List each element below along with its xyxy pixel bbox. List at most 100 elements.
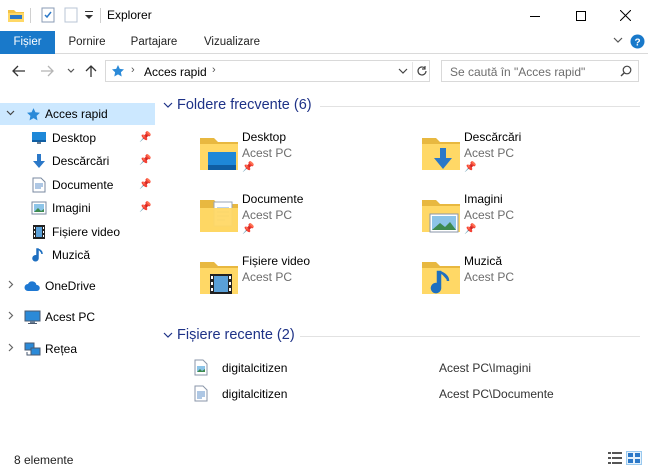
desktop-folder-icon (198, 132, 240, 174)
pin-icon[interactable]: 📌 (139, 202, 151, 213)
sidebar-item-network[interactable]: Rețea (0, 338, 155, 360)
recent-file-row[interactable]: digitalcitizen Acest PC\Imagini (158, 358, 648, 378)
pin-icon[interactable]: 📌 (139, 155, 151, 166)
sidebar-item-music[interactable]: Muzică (0, 244, 155, 266)
properties-icon[interactable] (40, 7, 56, 26)
chevron-right-icon[interactable] (6, 311, 15, 323)
frequent-folders-header[interactable]: Foldere frecvente (6) (158, 96, 648, 116)
navigation-pane: Acces rapid Desktop 📌 Descărcări 📌 Docum… (0, 97, 155, 443)
folder-name: Descărcări (464, 130, 522, 144)
folder-tile-music[interactable]: Muzică Acest PC (420, 254, 640, 312)
folder-tile-pictures[interactable]: Imagini Acest PC 📌 (420, 192, 640, 250)
folder-name: Desktop (242, 130, 287, 144)
sidebar-item-downloads[interactable]: Descărcări 📌 (0, 150, 155, 172)
file-name: digitalcitizen (222, 387, 288, 401)
group-title: Fișiere recente (2) (177, 327, 295, 343)
search-placeholder[interactable]: Se caută în "Acces rapid" (450, 65, 585, 79)
tab-home[interactable]: Pornire (59, 31, 115, 54)
svg-text:?: ? (634, 38, 640, 49)
recent-files-header[interactable]: Fișiere recente (2) (158, 326, 648, 346)
maximize-button[interactable] (558, 0, 604, 31)
sidebar-item-quick-access[interactable]: Acces rapid (0, 103, 155, 125)
text-file-icon (194, 385, 208, 405)
sidebar-item-videos[interactable]: Fișiere video (0, 221, 155, 243)
pictures-folder-icon (420, 194, 462, 236)
file-name: digitalcitizen (222, 361, 288, 375)
address-dropdown-icon[interactable] (398, 64, 408, 81)
document-icon (30, 176, 48, 194)
pin-icon[interactable]: 📌 (139, 179, 151, 190)
search-icon[interactable] (620, 65, 632, 80)
recent-locations-button[interactable] (61, 61, 81, 81)
chevron-down-icon[interactable] (163, 329, 173, 343)
title-bar: Explorer (0, 0, 648, 31)
up-arrow-icon (85, 65, 97, 77)
image-file-icon (194, 359, 208, 379)
sidebar-item-label: Acces rapid (45, 107, 108, 121)
ribbon-tabs: Fișier Pornire Partajare Vizualizare ? (0, 31, 648, 54)
chevron-down-icon[interactable] (163, 99, 173, 113)
videos-folder-icon (198, 256, 240, 298)
maximize-icon (576, 10, 586, 21)
sidebar-item-label: Muzică (52, 248, 91, 262)
customize-toolbar-icon[interactable] (84, 8, 94, 25)
new-folder-icon[interactable] (63, 7, 79, 26)
downloads-folder-icon (420, 132, 462, 174)
expand-ribbon-icon[interactable] (612, 34, 624, 49)
sidebar-item-onedrive[interactable]: OneDrive (0, 275, 155, 297)
folder-app-icon[interactable] (7, 7, 25, 26)
folder-name: Documente (242, 192, 304, 206)
folder-tile-videos[interactable]: Fișiere video Acest PC (198, 254, 418, 312)
pin-icon[interactable]: 📌 (464, 224, 476, 235)
chevron-right-icon[interactable]: › (131, 64, 135, 76)
minimize-button[interactable] (512, 0, 558, 31)
forward-button[interactable] (37, 61, 57, 81)
sidebar-item-label: Acest PC (45, 310, 96, 324)
sidebar-item-label: Descărcări (52, 154, 110, 168)
file-path: Acest PC\Imagini (439, 361, 532, 375)
chevron-right-icon[interactable] (6, 343, 15, 355)
folder-name: Imagini (464, 192, 503, 206)
sidebar-item-label: OneDrive (45, 279, 96, 293)
pin-icon[interactable]: 📌 (139, 132, 151, 143)
pin-icon[interactable]: 📌 (464, 162, 476, 173)
folder-tile-documents[interactable]: Documente Acest PC 📌 (198, 192, 418, 250)
tab-share[interactable]: Partajare (123, 31, 185, 54)
address-bar[interactable]: › Acces rapid › (105, 60, 430, 82)
close-button[interactable] (602, 0, 648, 31)
folder-tile-desktop[interactable]: Desktop Acest PC 📌 (198, 130, 418, 188)
details-view-icon[interactable] (607, 451, 623, 465)
folder-name: Muzică (464, 254, 503, 268)
back-button[interactable] (9, 61, 29, 81)
up-button[interactable] (81, 61, 101, 81)
chevron-down-icon[interactable] (6, 108, 15, 120)
divider (300, 336, 640, 337)
sidebar-item-pictures[interactable]: Imagini 📌 (0, 197, 155, 219)
search-box[interactable]: Se caută în "Acces rapid" (441, 60, 639, 82)
large-icons-view-icon[interactable] (626, 451, 642, 465)
sidebar-item-desktop[interactable]: Desktop 📌 (0, 127, 155, 149)
sidebar-item-label: Documente (52, 178, 114, 192)
sidebar-item-documents[interactable]: Documente 📌 (0, 174, 155, 196)
sidebar-item-label: Fișiere video (52, 225, 121, 239)
folder-location: Acest PC (464, 146, 515, 160)
video-icon (30, 223, 48, 241)
chevron-right-icon[interactable] (6, 280, 15, 292)
folder-location: Acest PC (464, 208, 515, 222)
group-title: Foldere frecvente (6) (177, 97, 312, 113)
folder-tile-downloads[interactable]: Descărcări Acest PC 📌 (420, 130, 640, 188)
help-icon[interactable]: ? (630, 34, 645, 52)
folder-location: Acest PC (464, 270, 515, 284)
chevron-right-icon[interactable]: › (212, 64, 216, 76)
documents-folder-icon (198, 194, 240, 236)
sidebar-item-this-pc[interactable]: Acest PC (0, 306, 155, 328)
pin-icon[interactable]: 📌 (242, 162, 254, 173)
tab-file[interactable]: Fișier (0, 31, 55, 54)
close-icon (619, 10, 631, 21)
refresh-button[interactable] (412, 62, 430, 80)
music-icon (30, 246, 48, 264)
pin-icon[interactable]: 📌 (242, 224, 254, 235)
recent-file-row[interactable]: digitalcitizen Acest PC\Documente (158, 384, 648, 404)
address-path[interactable]: Acces rapid (144, 65, 207, 79)
tab-view[interactable]: Vizualizare (197, 31, 267, 54)
